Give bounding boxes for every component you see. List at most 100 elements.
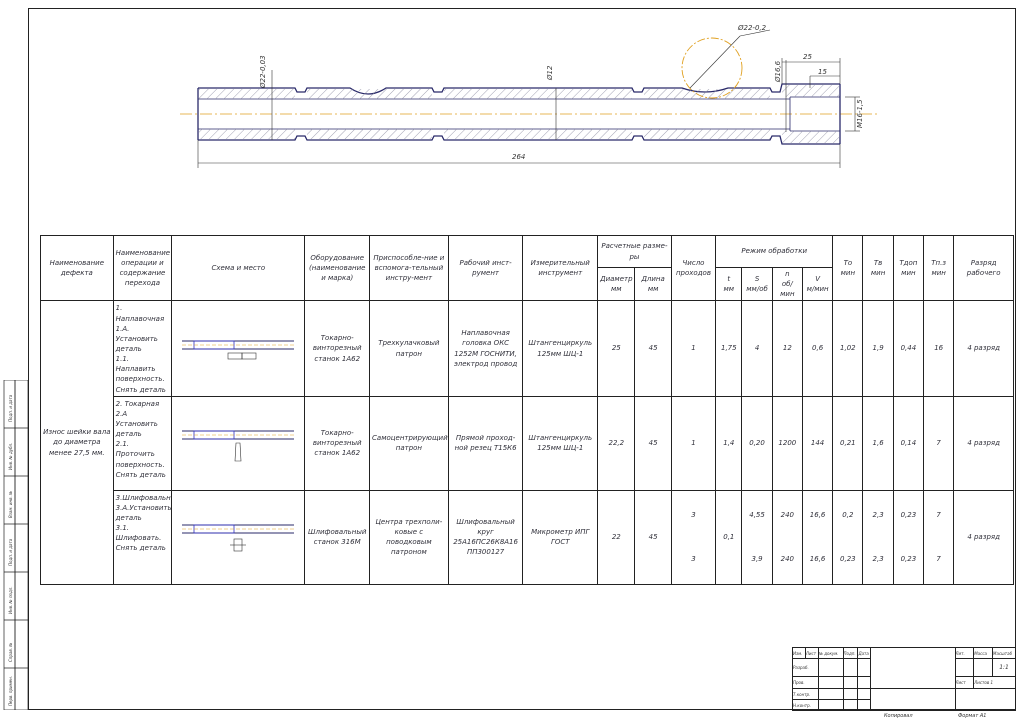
- v-a: 16,6: [809, 511, 826, 520]
- hdr-s: Sмм/об: [741, 266, 773, 302]
- hdr-n: n об/мин: [771, 266, 803, 302]
- hdr-to: То мин: [832, 234, 864, 302]
- dim-m16: M16-1,5: [856, 99, 864, 128]
- passes-cell: 1: [670, 395, 717, 491]
- working-tool-cell: Наплавочная головка ОКС 1252М ГОСНИТИ, э…: [447, 300, 524, 397]
- table-row: 3.Шлифовальная 3.А.Установить деталь 3.1…: [41, 489, 1014, 585]
- hdr-t-label: t: [727, 275, 731, 284]
- stamp-scale-val: 1:1: [992, 658, 1016, 677]
- n-cell: 240 240: [771, 489, 803, 585]
- scheme-sketch: [182, 340, 295, 360]
- tpz-b: 7: [936, 555, 941, 564]
- top-b: 0,23: [900, 555, 917, 564]
- ops-cell: 3.Шлифовальная 3.А.Установить деталь 3.1…: [112, 489, 173, 585]
- fixtures-cell: Трехкулачковый патрон: [369, 300, 449, 397]
- fixtures-cell: Самоцентрирующий патрон: [369, 395, 449, 491]
- stamp-sheets-val: 1: [990, 680, 994, 685]
- measuring-tool-cell: Микрометр ИПГ ГОСТ: [522, 489, 599, 585]
- hdr-s-label: S: [754, 275, 760, 284]
- s-a: 4,55: [749, 511, 765, 520]
- ops-text: 3.Шлифовальная 3.А.Установить деталь 3.1…: [115, 493, 172, 553]
- strip-label: Подп. и дата: [8, 538, 13, 566]
- strip-label: Взам. инв. №: [8, 491, 13, 518]
- dim-25: 25: [803, 53, 812, 61]
- dim-d16: Ø16,6: [774, 60, 782, 83]
- scheme-cell: [171, 395, 306, 491]
- hdr-measuring-tool: Измерительный инструмент: [522, 234, 599, 302]
- v-cell: 16,6 16,6: [801, 489, 834, 585]
- passes-a: 3: [691, 511, 696, 520]
- stamp-nkontr: Н.контр.: [792, 699, 819, 711]
- scheme-cell: [171, 489, 306, 585]
- hdr-s-unit: мм/об: [746, 285, 768, 294]
- strip-label: Подп. и дата: [8, 394, 13, 422]
- hdr-tv: Тв мин: [862, 234, 894, 302]
- table-row: Износ шейки вала до диаметра менее 27,5 …: [40, 300, 1014, 585]
- stamp-title: [870, 647, 956, 689]
- tpz-cell: 77: [923, 489, 955, 585]
- hdr-tv-label: Тв: [873, 259, 883, 268]
- to-a: 0,2: [842, 511, 854, 520]
- tpz-cell: 16: [923, 300, 955, 397]
- stamp-sign: Подп.: [842, 647, 859, 659]
- dim-264: 264: [512, 153, 525, 161]
- hdr-v-unit: м/мин: [806, 285, 829, 294]
- hdr-working-tool: Рабочий инст-румент: [447, 234, 524, 302]
- hdr-fixtures: Приспособле-ние и вспомога-тельный инстр…: [369, 234, 449, 302]
- stamp-list: Лист: [804, 647, 819, 659]
- ops-cell: 2. Токарная 2.А Установить деталь 2.1. П…: [112, 395, 173, 491]
- top-cell: 0,44: [892, 300, 925, 397]
- tv-cell: 1,6: [862, 395, 894, 491]
- top-a: 0,23: [900, 511, 917, 520]
- hdr-to-unit: мин: [840, 269, 856, 278]
- diameter-cell: 22: [597, 489, 636, 585]
- n-a: 240: [780, 511, 794, 520]
- grade-cell: 4 разряд: [953, 300, 1014, 397]
- title-block: Изм. Лист № докум. Подп. Дата Лит. Масса…: [792, 647, 1016, 711]
- hdr-scheme: Схема и место: [171, 234, 306, 302]
- length-cell: 45: [634, 489, 672, 585]
- measuring-tool-cell: Штангенциркуль 125мм ШЦ-1: [522, 300, 599, 397]
- length-cell: 45: [634, 300, 672, 397]
- hdr-mode: Режим обработки: [715, 235, 834, 268]
- v-cell: 0,6: [801, 300, 834, 397]
- tv-cell: 2,3 2,3: [862, 489, 894, 585]
- to-cell: 0,21: [832, 395, 864, 491]
- strip-label: Инв. № подл.: [8, 586, 13, 614]
- footer-copied: Копировал: [884, 713, 913, 719]
- dim-d22-left: Ø22-0,03: [259, 55, 267, 89]
- stamp-lit: Лит.: [954, 647, 975, 659]
- diameter-cell: 22,2: [597, 395, 636, 491]
- stamp-doc: № докум.: [817, 647, 844, 659]
- stamp-tkontr: Т.контр.: [792, 688, 819, 700]
- hdr-passes: Число проходов: [670, 234, 717, 302]
- hdr-ops: Наименование операции и содержание перех…: [112, 234, 173, 302]
- v-b: 16,6: [809, 555, 826, 564]
- passes-cell: 33: [670, 489, 717, 585]
- measuring-tool-cell: Штангенциркуль 125мм ШЦ-1: [522, 395, 599, 491]
- scheme-sketch: [182, 524, 295, 551]
- grade-cell: 4 разряд: [953, 395, 1014, 491]
- tpz-cell: 7: [923, 395, 955, 491]
- tv-b: 2,3: [872, 555, 884, 564]
- hdr-top-unit: мин: [901, 269, 916, 278]
- scheme-sketch: [182, 430, 295, 461]
- ops-cell: 1. Наплавочная 1.А. Установить деталь 1.…: [112, 300, 173, 397]
- working-tool-cell: Прямой проход-ной резец Т15К6: [447, 395, 524, 491]
- n-cell: 12: [771, 300, 803, 397]
- n-b: 240: [780, 555, 794, 564]
- drawing-sheet: Ø22-0,03 Ø12 Ø22-0,2 25 15 Ø16,6 M16-1,5…: [0, 0, 1024, 723]
- dim-15: 15: [818, 68, 827, 76]
- hdr-tv-unit: мин: [870, 269, 886, 278]
- fixtures-cell: Центра трехполи-ковые с поводковым патро…: [369, 489, 449, 585]
- hdr-defect: Наименование дефекта: [40, 234, 114, 302]
- stamp-date: Дата: [857, 647, 872, 659]
- hdr-grade: Разряд рабочего: [953, 234, 1014, 302]
- footer-format: Формат A1: [958, 713, 987, 719]
- ops-text: 2. Токарная 2.А Установить деталь 2.1. П…: [115, 399, 166, 479]
- shaft-drawing: Ø22-0,03 Ø12 Ø22-0,2 25 15 Ø16,6 M16-1,5…: [180, 24, 880, 168]
- stamp-sheets-label: Листов: [974, 680, 990, 685]
- n-cell: 1200: [771, 395, 803, 491]
- s-cell: 4: [741, 300, 773, 397]
- stamp-prov: Пров.: [792, 676, 819, 689]
